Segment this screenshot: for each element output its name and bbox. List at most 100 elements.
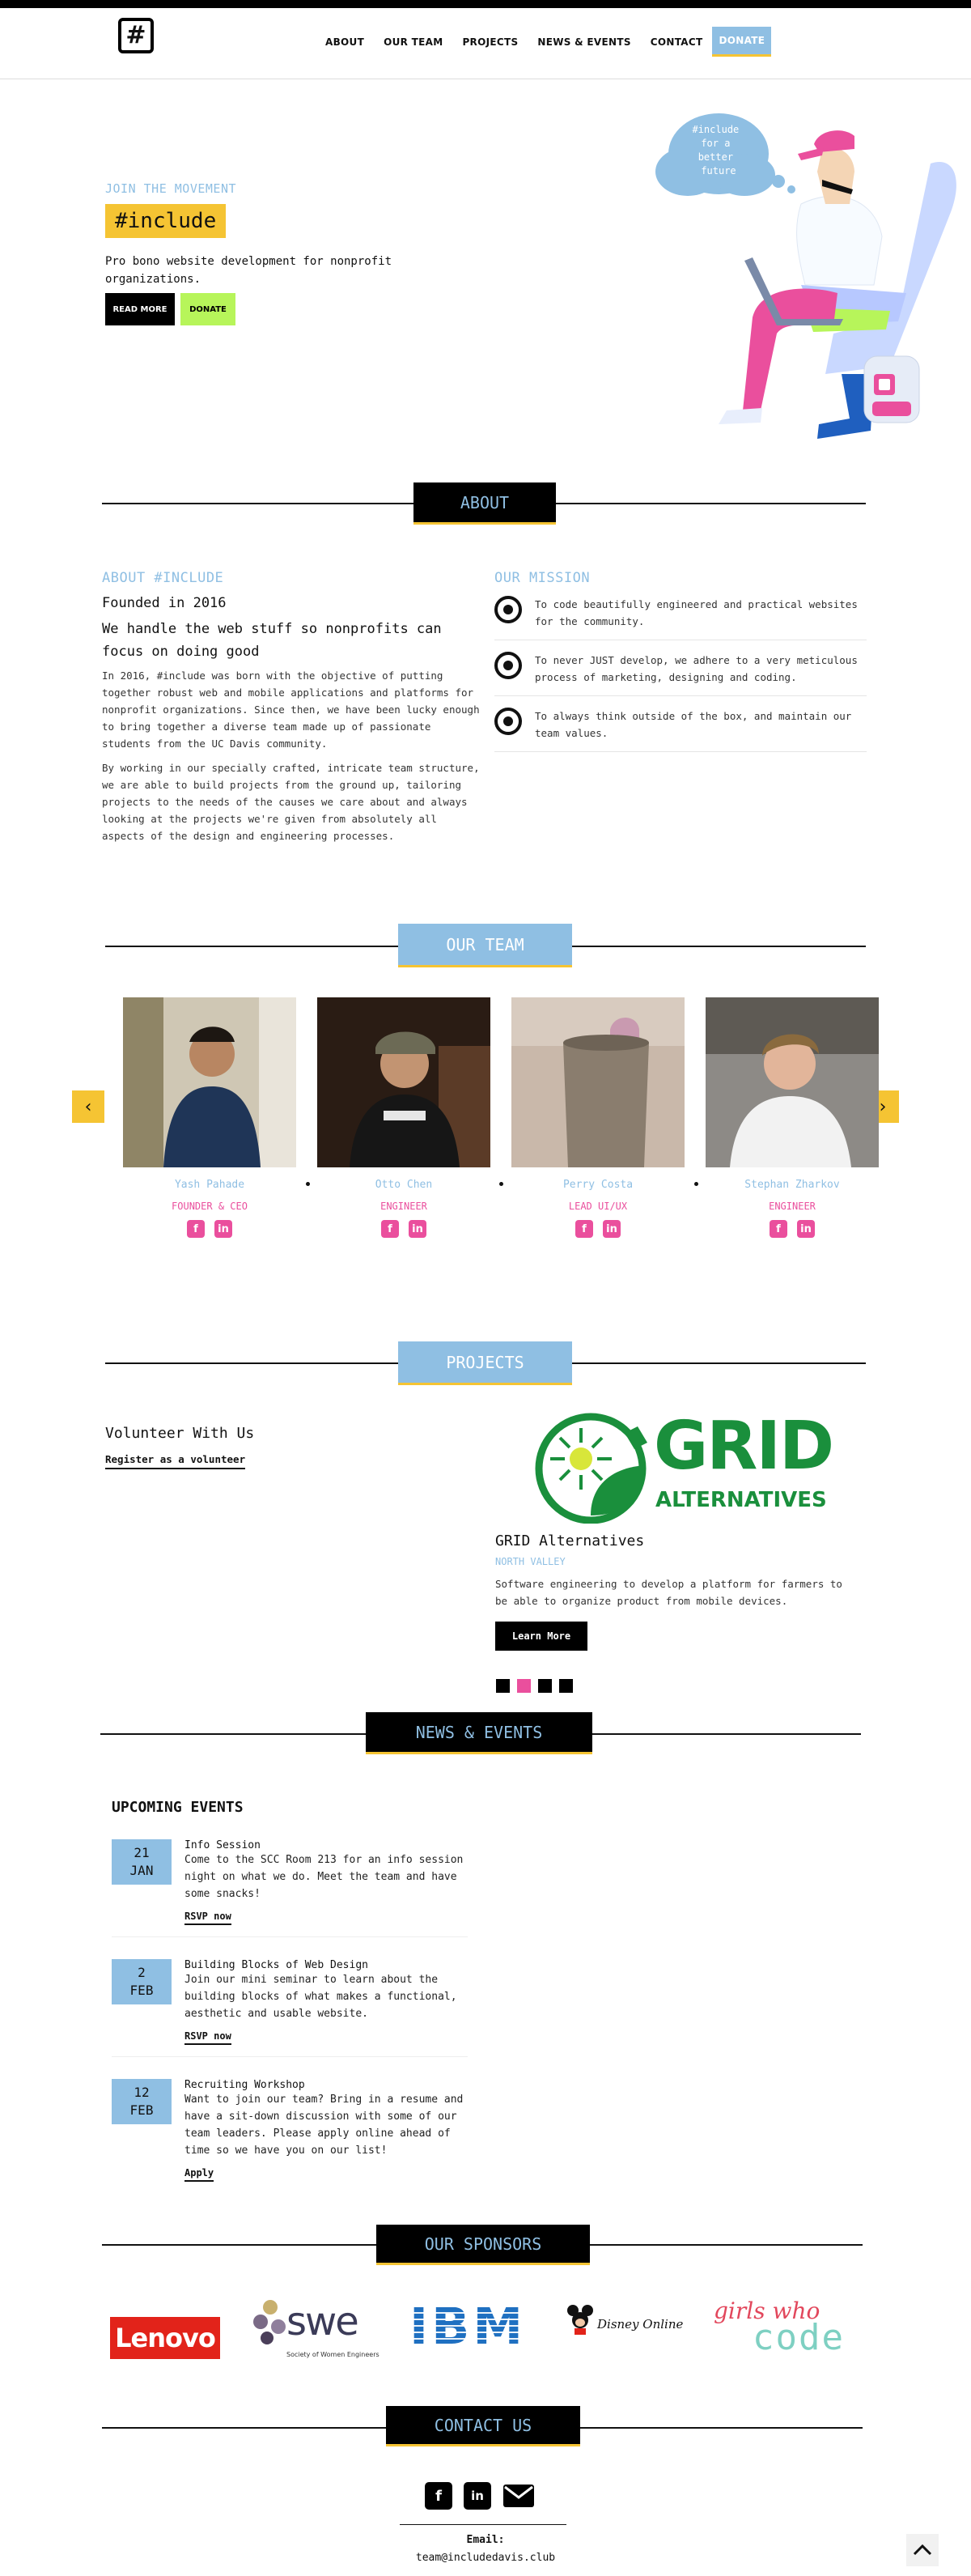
scroll-to-top-button[interactable]	[906, 2534, 939, 2566]
slide-indicator[interactable]	[496, 1679, 510, 1693]
top-bar	[0, 0, 971, 8]
main-nav: ABOUT OUR TEAM PROJECTS NEWS & EVENTS CO…	[316, 27, 772, 57]
mickey-icon	[567, 2305, 593, 2335]
team-member-card: Stephan Zharkov ENGINEER f in	[706, 997, 879, 1238]
target-icon	[494, 652, 522, 679]
team-prev-arrow[interactable]: ‹	[72, 1090, 104, 1123]
slide-indicator[interactable]	[538, 1679, 552, 1693]
linkedin-icon[interactable]: in	[464, 2482, 491, 2510]
linkedin-icon[interactable]: in	[797, 1220, 815, 1238]
mission-item: To code beautifully engineered and pract…	[494, 596, 867, 640]
target-icon	[494, 596, 522, 623]
apply-link[interactable]: Apply	[184, 2167, 214, 2182]
mission-item: To always think outside of the box, and …	[494, 708, 867, 752]
facebook-icon[interactable]: f	[187, 1220, 205, 1238]
team-member-card: Perry Costa LEAD UI/UX f in	[511, 997, 685, 1238]
nav-contact[interactable]: CONTACT	[641, 28, 713, 56]
hero-kicker: JOIN THE MOVEMENT	[105, 181, 237, 196]
donate-button[interactable]: DONATE	[180, 293, 235, 325]
member-socials: f in	[317, 1220, 490, 1238]
linkedin-icon[interactable]: in	[603, 1220, 621, 1238]
email-label: Email:	[466, 2534, 505, 2546]
linkedin-icon[interactable]: in	[214, 1220, 232, 1238]
nav-our-team[interactable]: OUR TEAM	[374, 28, 452, 56]
mission-text: To code beautifully engineered and pract…	[535, 598, 858, 627]
event-item: 12 FEB Recruiting Workshop Want to join o…	[112, 2079, 468, 2193]
event-date: 2 FEB	[112, 1959, 172, 2004]
contact-section-title: CONTACT US	[386, 2406, 580, 2446]
about-heading: ABOUT #INCLUDE	[102, 570, 224, 586]
project-location: NORTH VALLEY	[495, 1556, 566, 1567]
mission-item: To never JUST develop, we adhere to a ve…	[494, 652, 867, 696]
rsvp-link[interactable]: RSVP now	[184, 1911, 231, 1925]
hero-title: #include	[105, 204, 227, 238]
founded-text: Founded in 2016	[102, 595, 227, 611]
news-section-title: NEWS & EVENTS	[366, 1712, 592, 1754]
event-description: Want to join our team? Bring in a resume…	[184, 2094, 464, 2157]
about-paragraph-2: By working in our specially crafted, int…	[102, 762, 480, 842]
member-name: Yash Pahade	[174, 1179, 245, 1191]
register-volunteer-link[interactable]: Register as a volunteer	[105, 1453, 246, 1469]
ibm-logo[interactable]: IBM	[409, 2301, 528, 2353]
event-title: Recruiting Workshop	[184, 2079, 305, 2091]
team-carousel: Yash Pahade FOUNDER & CEO f in Otto Chen…	[123, 997, 879, 1238]
member-socials: f in	[706, 1220, 879, 1238]
about-section-title: ABOUT	[413, 482, 556, 525]
slide-indicator[interactable]	[559, 1679, 573, 1693]
sponsors-section-title: OUR SPONSORS	[376, 2225, 590, 2265]
member-photo	[706, 997, 879, 1167]
read-more-button[interactable]: READ MORE	[105, 293, 175, 325]
upcoming-events-heading: UPCOMING EVENTS	[112, 1799, 244, 1816]
team-member-card: Yash Pahade FOUNDER & CEO f in	[123, 997, 296, 1238]
event-item: 21 JAN Info Session Come to the SCC Room …	[112, 1839, 468, 1937]
rsvp-link[interactable]: RSVP now	[184, 2030, 231, 2045]
facebook-icon[interactable]: f	[425, 2482, 452, 2510]
facebook-icon[interactable]: f	[770, 1220, 787, 1238]
email-address[interactable]: team@includedavis.club	[0, 2552, 971, 2564]
member-role: FOUNDER & CEO	[172, 1201, 248, 1212]
projects-section-title: PROJECTS	[398, 1341, 572, 1385]
event-date: 21 JAN	[112, 1839, 172, 1885]
event-title: Building Blocks of Web Design	[184, 1959, 368, 1971]
member-photo	[317, 997, 490, 1167]
grid-logo-word: GRID	[654, 1408, 834, 1485]
mission-text: To always think outside of the box, and …	[535, 710, 852, 739]
member-role: LEAD UI/UX	[568, 1201, 628, 1212]
mission-text: To never JUST develop, we adhere to a ve…	[535, 654, 858, 683]
member-photo	[123, 997, 296, 1167]
mail-icon[interactable]	[502, 2484, 535, 2508]
member-role: ENGINEER	[380, 1201, 427, 1212]
team-member-card: Otto Chen ENGINEER f in	[317, 997, 490, 1238]
nav-about[interactable]: ABOUT	[316, 28, 374, 56]
member-socials: f in	[123, 1220, 296, 1238]
grid-logo-sub: ALTERNATIVES	[655, 1488, 827, 1512]
lenovo-logo[interactable]: Lenovo	[110, 2317, 220, 2359]
carousel-dot	[499, 1182, 503, 1186]
event-description: Join our mini seminar to learn about the…	[184, 1974, 457, 2020]
carousel-dot	[306, 1182, 310, 1186]
member-photo	[511, 997, 685, 1167]
target-icon	[494, 708, 522, 735]
contact-social-icons: f in	[425, 2482, 535, 2510]
swe-word: swe	[286, 2299, 359, 2344]
girls-who-code-bottom[interactable]: code	[753, 2317, 845, 2358]
linkedin-icon[interactable]: in	[409, 1220, 426, 1238]
event-description: Come to the SCC Room 213 for an info ses…	[184, 1854, 464, 1900]
project-slider-dots	[496, 1679, 573, 1693]
nav-donate-button[interactable]: DONATE	[712, 27, 772, 57]
nav-news-events[interactable]: NEWS & EVENTS	[528, 28, 640, 56]
swe-logo[interactable]: swe Society of Women Engineers	[251, 2298, 380, 2362]
mission-heading: OUR MISSION	[494, 570, 591, 586]
facebook-icon[interactable]: f	[381, 1220, 399, 1238]
backpack	[863, 355, 920, 423]
include-logo[interactable]: #	[118, 18, 154, 53]
learn-more-button[interactable]: Learn More	[495, 1622, 587, 1651]
grid-sun-icon	[535, 1413, 647, 1524]
member-role: ENGINEER	[769, 1201, 816, 1212]
swe-emblem-icon	[253, 2300, 286, 2344]
facebook-icon[interactable]: f	[575, 1220, 593, 1238]
nav-projects[interactable]: PROJECTS	[452, 28, 528, 56]
disney-online-logo[interactable]: Disney Online	[597, 2317, 683, 2332]
slide-indicator-active[interactable]	[517, 1679, 531, 1693]
member-socials: f in	[511, 1220, 685, 1238]
